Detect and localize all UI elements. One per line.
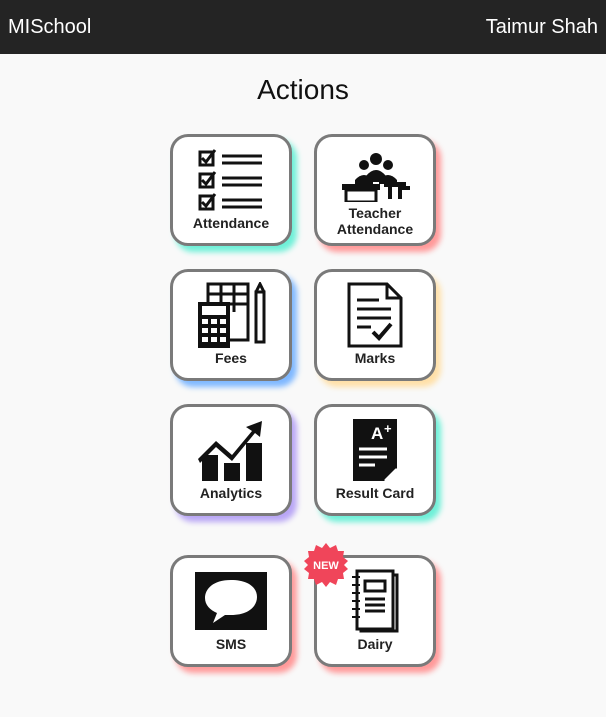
dairy-button[interactable]: NEW Dairy xyxy=(304,543,436,667)
new-badge-label: NEW xyxy=(313,560,339,572)
teacher-attendance-button[interactable]: Teacher Attendance xyxy=(314,134,436,246)
sms-label: SMS xyxy=(215,636,247,652)
chat-bubble-icon xyxy=(191,566,271,636)
app-title[interactable]: MISchool xyxy=(8,16,91,39)
result-card-button[interactable]: A + Result Card xyxy=(314,404,436,516)
result-card-icon: A + xyxy=(335,415,415,485)
result-card-label: Result Card xyxy=(335,485,415,501)
chart-growth-icon xyxy=(191,415,271,485)
new-badge: NEW xyxy=(304,543,348,587)
fees-button[interactable]: Fees xyxy=(170,269,292,381)
fees-label: Fees xyxy=(215,350,247,366)
svg-text:A: A xyxy=(371,424,383,443)
app-header: MISchool Taimur Shah xyxy=(0,0,606,54)
checklist-icon xyxy=(191,145,271,215)
teacher-attendance-label: Teacher Attendance xyxy=(336,205,414,237)
user-name[interactable]: Taimur Shah xyxy=(486,16,598,39)
analytics-button[interactable]: Analytics xyxy=(170,404,292,516)
actions-grid: Attendance Teacher Attendance Fees Marks… xyxy=(0,108,606,708)
dairy-label: Dairy xyxy=(357,636,393,652)
marks-label: Marks xyxy=(354,350,396,366)
svg-text:+: + xyxy=(384,421,392,436)
document-check-icon xyxy=(335,280,415,350)
analytics-label: Analytics xyxy=(199,485,263,501)
attendance-button[interactable]: Attendance xyxy=(170,134,292,246)
classroom-icon xyxy=(335,149,415,205)
calculator-icon xyxy=(191,280,271,350)
page-title: Actions xyxy=(257,74,349,105)
marks-button[interactable]: Marks xyxy=(314,269,436,381)
sms-button[interactable]: SMS xyxy=(170,555,292,667)
attendance-label: Attendance xyxy=(192,215,270,231)
